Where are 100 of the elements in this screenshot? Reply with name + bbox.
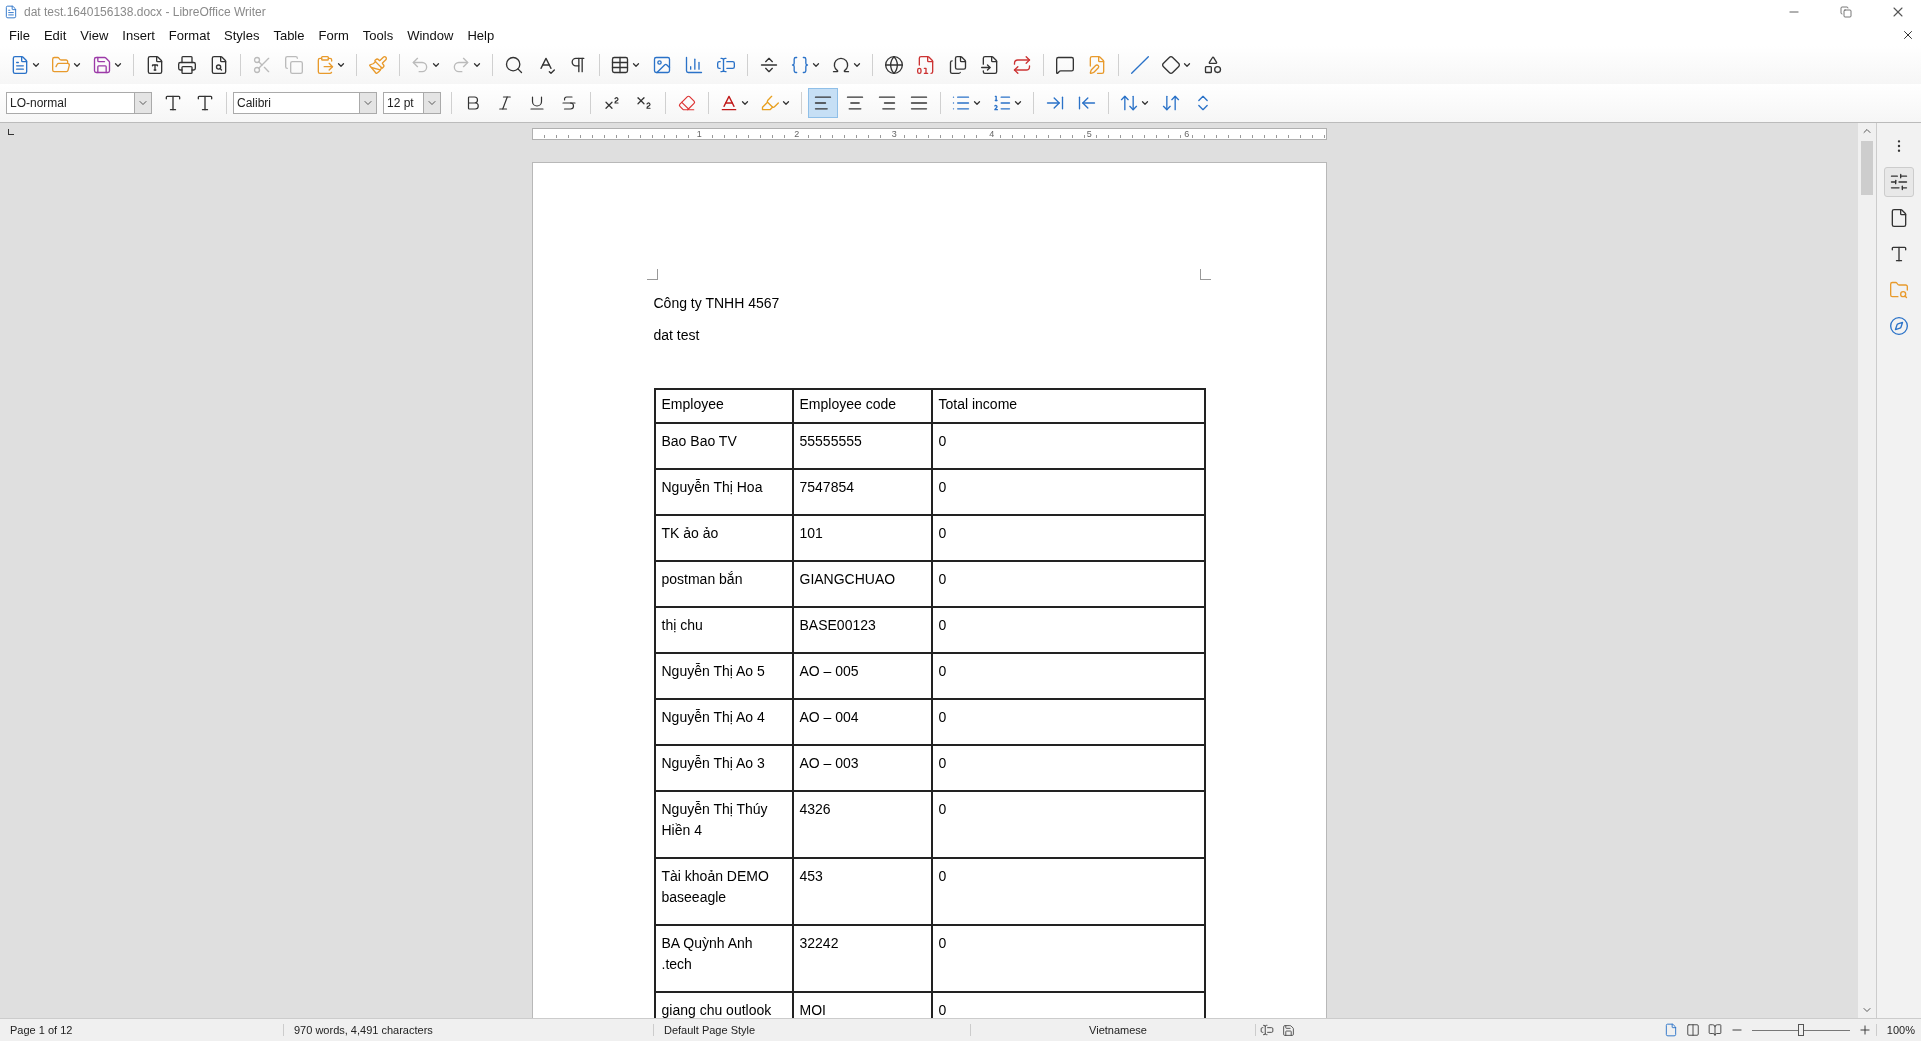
underline-icon [528,94,546,112]
table-cell: 0 [931,561,1205,607]
vertical-scrollbar[interactable] [1858,123,1876,1018]
ruler[interactable]: 1 2 3 4 5 6 [531,128,1327,140]
table-cell: postman bắn [654,561,793,607]
clipboard-icon [315,55,335,75]
align-button[interactable] [808,88,838,118]
bar-chart-icon [684,55,704,75]
table-cell: Bao Bao TV [654,423,793,469]
strikethrough-icon [560,94,578,112]
image-icon [652,55,672,75]
document-icon [10,55,30,75]
window-title: dat test.1640156138.docx - LibreOffice Writer [24,5,267,19]
table-cell: 7547854 [792,469,932,515]
file-arrow-icon [980,55,1000,75]
font-name-field[interactable]: Calibri [233,92,377,114]
menu-item[interactable]: Table [268,25,314,45]
selection-mode-icon [1260,1023,1274,1037]
table-cell: Nguyễn Thị Ao 3 [654,745,793,791]
caret-icon [31,60,41,70]
caret-icon [1140,98,1150,108]
font-size-field[interactable]: 12 pt [383,92,441,114]
preview-icon [209,55,229,75]
ruler-number: 3 [890,129,898,139]
menu-item[interactable]: Edit [38,25,76,45]
comment-icon [1055,55,1075,75]
printer-icon [177,55,197,75]
footnote-icon [916,55,936,75]
margin-mark [1199,269,1211,280]
page-style-status[interactable]: Default Page Style [654,1024,971,1036]
table-cell: 0 [931,791,1205,858]
word-count-status[interactable]: 970 words, 4,491 characters [284,1024,654,1036]
gallery-icon [1889,280,1909,300]
menu-item[interactable]: Styles [219,25,269,45]
table-cell: Nguyễn Thị Hoa [654,469,793,515]
scissors-icon [252,55,272,75]
paragraph-style-field[interactable]: LO-normal [6,92,152,114]
globe-icon [884,55,904,75]
document-icon [4,5,18,19]
table-cell: 0 [931,469,1205,515]
text-box-icon [716,55,736,75]
table-cell: 0 [931,653,1205,699]
menu-item[interactable]: Window [402,25,463,45]
table-cell: 0 [931,607,1205,653]
menu-item[interactable]: Form [313,25,358,45]
menu-item[interactable]: View [75,25,118,45]
caret-icon [811,60,821,70]
language-status[interactable]: Vietnamese [971,1024,1256,1036]
two-pages-icon [1685,1023,1700,1037]
table-cell: 0 [931,925,1205,992]
spacing-icon [1161,93,1181,113]
line-icon [1130,55,1150,75]
caret-icon [631,60,641,70]
table-cell: TK ảo ảo [654,515,793,561]
zoom-slider-thumb[interactable] [1797,1024,1804,1036]
caret-icon [1182,60,1192,70]
table-cell: Tài khoản DEMO baseeagle [654,858,793,925]
caret-icon [113,60,123,70]
table-icon [610,55,630,75]
menu-item[interactable]: Tools [357,25,403,45]
ruler-number: 4 [988,129,996,139]
table-cell: AO – 004 [792,699,932,745]
caret-icon [740,98,750,108]
page-number-status[interactable]: Page 1 of 12 [0,1024,284,1036]
menu-item[interactable]: Format [163,25,219,45]
files-icon [948,55,968,75]
properties-icon [1889,172,1909,192]
restore-icon [1840,6,1852,18]
table-cell: 0 [931,699,1205,745]
zoom-level[interactable]: 100% [1875,1024,1921,1036]
eraser-icon [678,94,696,112]
close-icon [1901,28,1915,42]
book-icon [1707,1023,1722,1037]
caret-icon [781,98,791,108]
table-cell: Nguyễn Thị Ao 4 [654,699,793,745]
table-cell: GIANGCHUAO [792,561,932,607]
menu-item[interactable]: File [4,25,39,45]
scroll-thumb[interactable] [1861,141,1873,195]
caret-icon [336,60,346,70]
table-cell: 55555555 [792,423,932,469]
save-icon [1282,1023,1295,1037]
ruler-number: 6 [1183,129,1191,139]
menu-item[interactable]: Insert [117,25,164,45]
page-icon [1889,208,1909,228]
highlighter-icon [760,93,780,113]
caret-icon [852,60,862,70]
caret-icon [972,98,982,108]
table-cell: 101 [792,515,932,561]
ruler-number: 5 [1085,129,1093,139]
omega-icon [831,55,851,75]
caret-icon [1013,98,1023,108]
properties-button[interactable] [1884,167,1914,197]
table-cell: 0 [931,858,1205,925]
table-cell: thị chu [654,607,793,653]
menu-item[interactable]: Help [462,25,504,45]
copy-icon [284,55,304,75]
table-cell: 0 [931,423,1205,469]
page-icon [1663,1023,1678,1037]
superscript-icon [603,94,621,112]
line-spacing-icon [1119,93,1139,113]
